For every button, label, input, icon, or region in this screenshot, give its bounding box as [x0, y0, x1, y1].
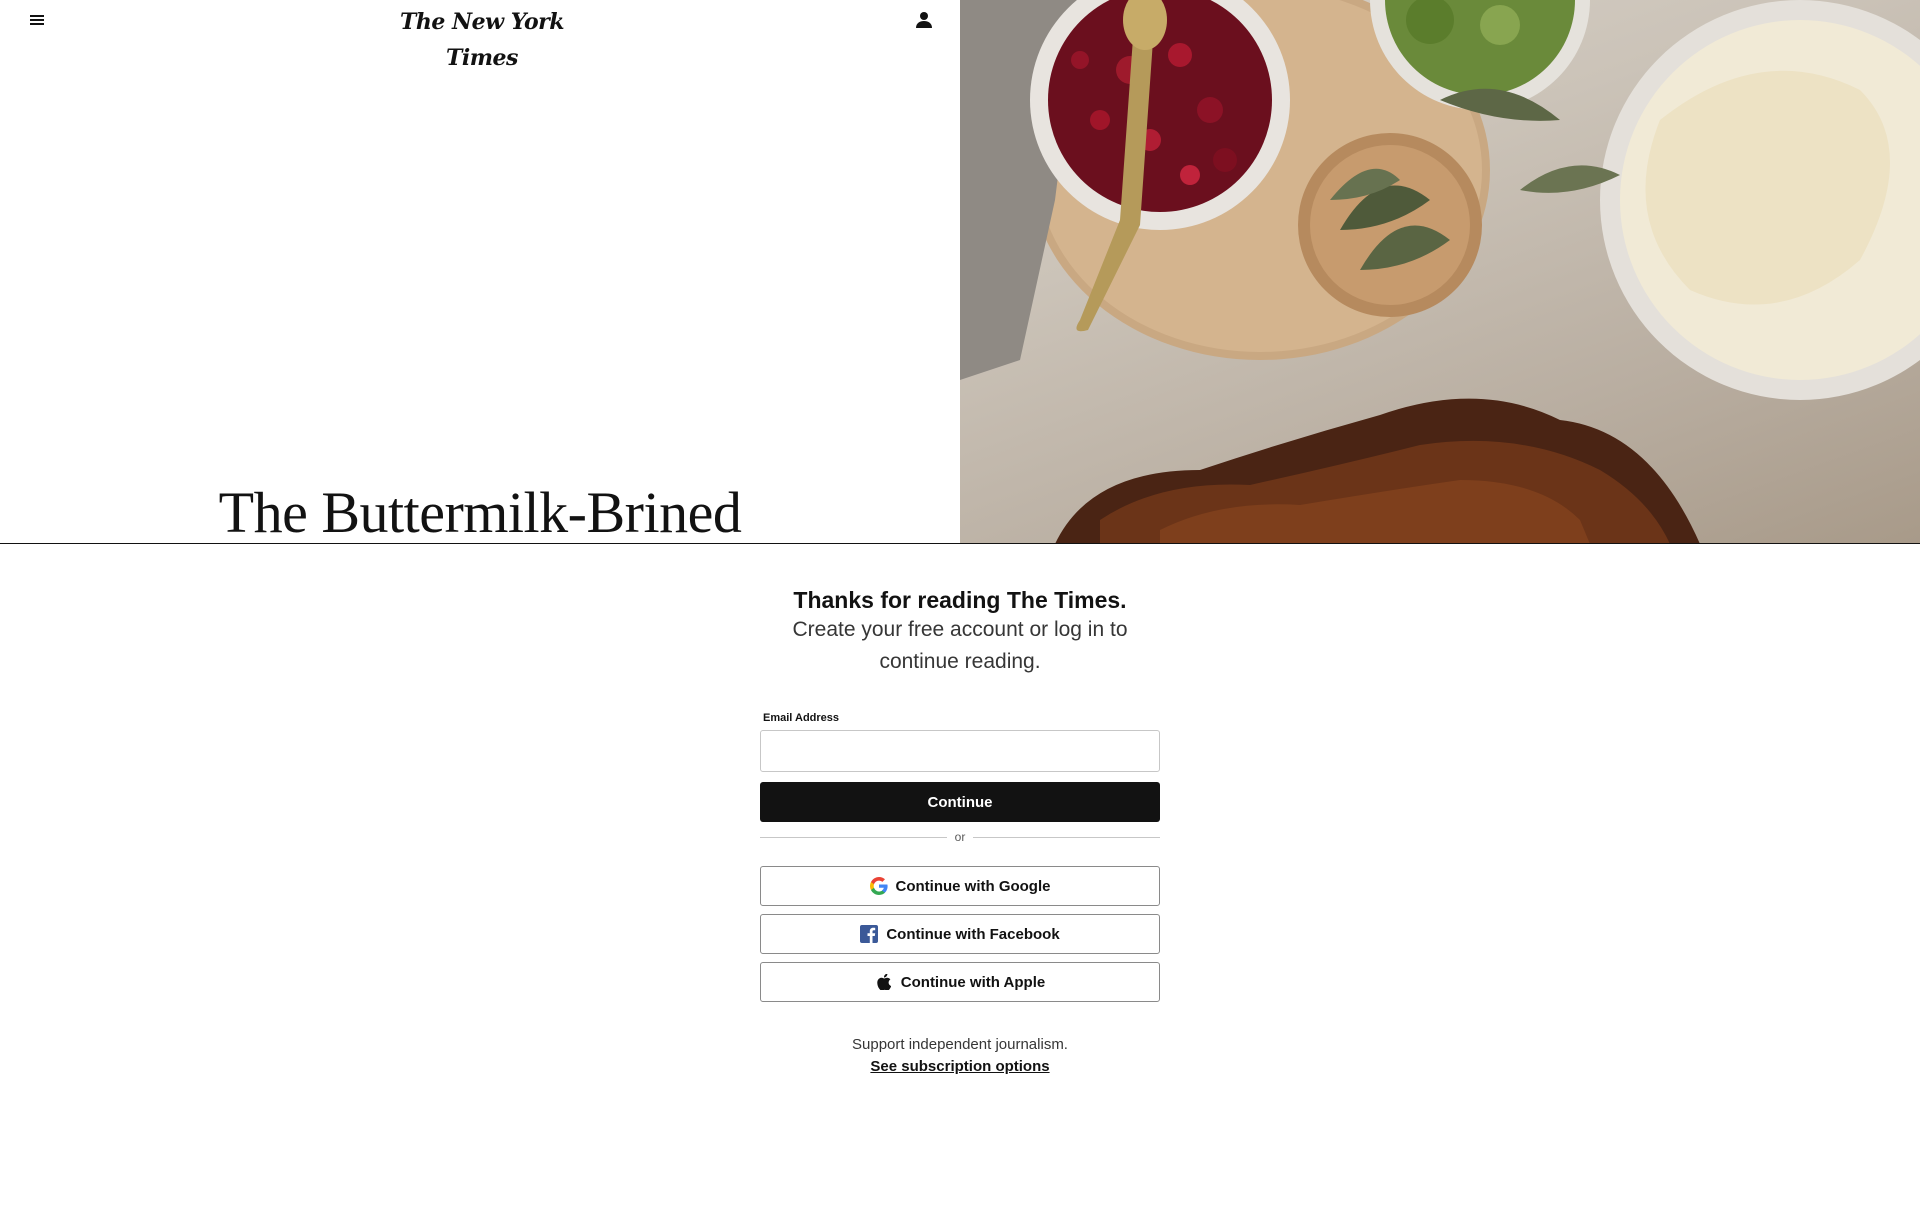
continue-with-google-button[interactable]: Continue with Google	[760, 866, 1160, 906]
support-text: Support independent journalism.	[852, 1036, 1068, 1053]
modal-title: Thanks for reading The Times.	[793, 587, 1127, 613]
email-label: Email Address	[763, 712, 840, 724]
separator-line-right	[973, 837, 1160, 838]
email-field[interactable]	[760, 730, 1160, 772]
registration-modal: Thanks for reading The Times. Create you…	[0, 544, 1920, 1212]
apple-button-label: Continue with Apple	[900, 973, 1046, 991]
hamburger-menu-icon[interactable]	[26, 9, 48, 31]
continue-with-apple-button[interactable]: Continue with Apple	[760, 962, 1160, 1002]
subscription-options-link[interactable]: See subscription options	[760, 1056, 1160, 1078]
person-icon[interactable]	[912, 8, 936, 32]
or-separator: or	[760, 828, 1160, 846]
nyt-logo[interactable]: The New York Times	[382, 4, 582, 71]
modal-subtitle: Create your free account or log in to co…	[792, 618, 1128, 673]
google-icon	[869, 877, 888, 895]
facebook-icon	[860, 925, 879, 943]
article-headline: The Buttermilk-Brined	[218, 480, 742, 544]
continue-with-facebook-button[interactable]: Continue with Facebook	[760, 914, 1160, 954]
food-photo	[960, 0, 1920, 544]
article-header-pane: The New York Times The Buttermilk-Brined	[0, 0, 960, 544]
apple-icon	[875, 973, 893, 991]
google-button-label: Continue with Google	[895, 877, 1051, 895]
facebook-button-label: Continue with Facebook	[886, 925, 1060, 943]
article-region: The New York Times The Buttermilk-Brined	[0, 0, 1920, 544]
continue-button[interactable]: Continue	[760, 782, 1160, 822]
